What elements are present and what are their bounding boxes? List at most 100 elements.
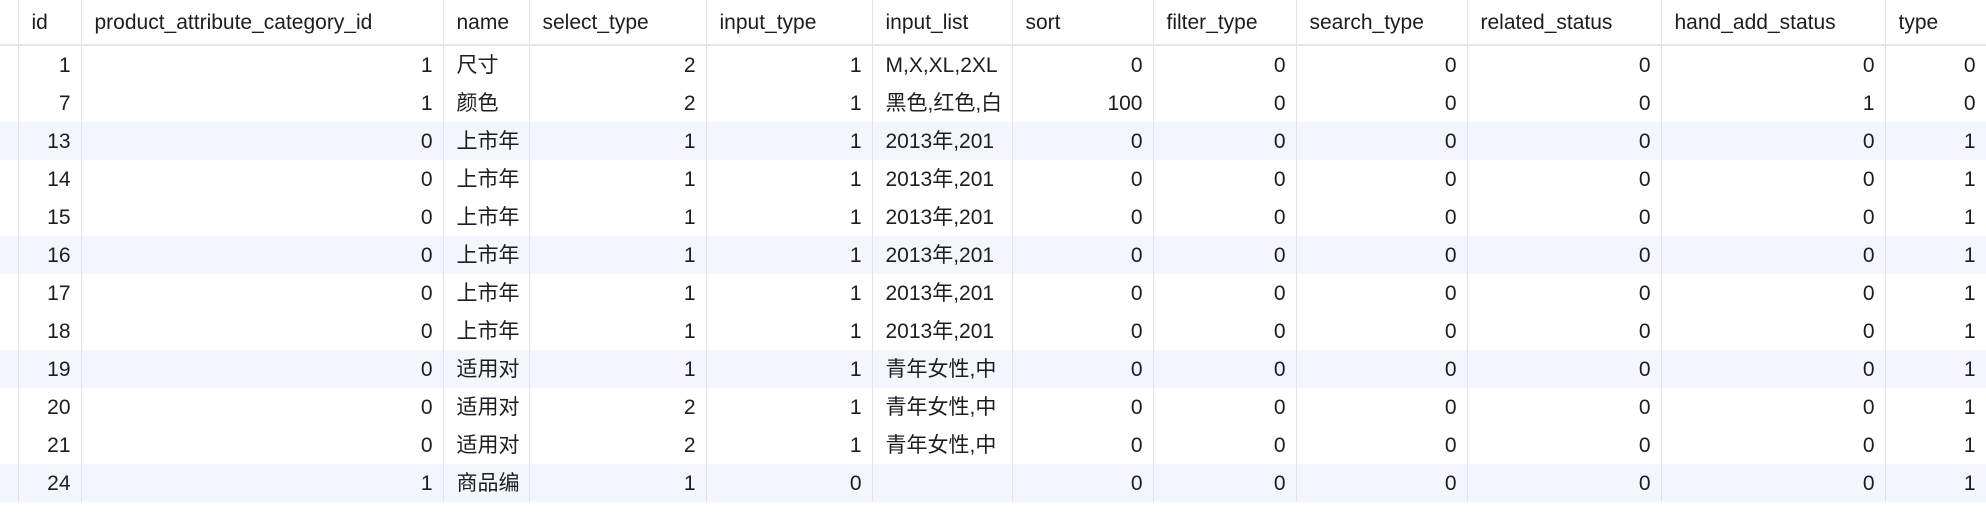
cell-related-status[interactable]: 0 [1467,122,1662,160]
cell-type[interactable]: 1 [1885,312,1986,350]
cell-select-type[interactable]: 2 [529,84,707,122]
cell-input-list[interactable] [872,464,1013,502]
cell-input-type[interactable]: 1 [706,84,873,122]
table-row[interactable]: 21 0 适用对 2 1 青年女性,中 0 0 0 0 0 1 [0,426,1986,464]
row-gutter[interactable] [0,236,19,274]
cell-name[interactable]: 上市年 [443,198,530,236]
cell-select-type[interactable]: 1 [529,160,707,198]
cell-name[interactable]: 上市年 [443,312,530,350]
cell-input-list[interactable]: 青年女性,中 [872,388,1013,426]
column-header-input-type[interactable]: input_type [706,0,873,46]
column-header-product-attribute-category-id[interactable]: product_attribute_category_id [81,0,444,46]
cell-input-list[interactable]: 黑色,红色,白 [872,84,1013,122]
cell-sort[interactable]: 0 [1012,198,1154,236]
cell-filter-type[interactable]: 0 [1153,160,1297,198]
column-header-related-status[interactable]: related_status [1467,0,1662,46]
cell-id[interactable]: 7 [18,84,82,122]
cell-select-type[interactable]: 2 [529,426,707,464]
cell-filter-type[interactable]: 0 [1153,122,1297,160]
cell-sort[interactable]: 0 [1012,160,1154,198]
row-gutter[interactable] [0,464,19,502]
cell-sort[interactable]: 0 [1012,274,1154,312]
cell-product-attribute-category-id[interactable]: 1 [81,464,444,502]
cell-hand-add-status[interactable]: 1 [1661,84,1886,122]
cell-id[interactable]: 18 [18,312,82,350]
cell-type[interactable]: 0 [1885,45,1986,84]
cell-type[interactable]: 1 [1885,236,1986,274]
table-row[interactable]: 24 1 商品编 1 0 0 0 0 0 0 1 [0,464,1986,502]
cell-sort[interactable]: 0 [1012,312,1154,350]
cell-input-type[interactable]: 1 [706,160,873,198]
column-header-input-list[interactable]: input_list [872,0,1013,46]
cell-select-type[interactable]: 2 [529,45,707,84]
row-gutter[interactable] [0,84,19,122]
table-row[interactable]: 1 1 尺寸 2 1 M,X,XL,2XL 0 0 0 0 0 0 [0,45,1986,84]
cell-sort[interactable]: 0 [1012,45,1154,84]
cell-select-type[interactable]: 1 [529,312,707,350]
cell-related-status[interactable]: 0 [1467,350,1662,388]
cell-filter-type[interactable]: 0 [1153,236,1297,274]
cell-search-type[interactable]: 0 [1296,350,1468,388]
cell-select-type[interactable]: 1 [529,236,707,274]
cell-sort[interactable]: 0 [1012,388,1154,426]
cell-search-type[interactable]: 0 [1296,236,1468,274]
column-header-sort[interactable]: sort [1012,0,1154,46]
cell-hand-add-status[interactable]: 0 [1661,426,1886,464]
cell-related-status[interactable]: 0 [1467,198,1662,236]
cell-related-status[interactable]: 0 [1467,312,1662,350]
cell-related-status[interactable]: 0 [1467,236,1662,274]
cell-hand-add-status[interactable]: 0 [1661,464,1886,502]
cell-filter-type[interactable]: 0 [1153,426,1297,464]
cell-select-type[interactable]: 1 [529,274,707,312]
cell-name[interactable]: 上市年 [443,274,530,312]
cell-name[interactable]: 颜色 [443,84,530,122]
cell-id[interactable]: 14 [18,160,82,198]
cell-search-type[interactable]: 0 [1296,84,1468,122]
row-gutter[interactable] [0,350,19,388]
column-header-hand-add-status[interactable]: hand_add_status [1661,0,1886,46]
row-gutter[interactable] [0,312,19,350]
cell-sort[interactable]: 100 [1012,84,1154,122]
cell-hand-add-status[interactable]: 0 [1661,350,1886,388]
cell-type[interactable]: 1 [1885,350,1986,388]
cell-input-type[interactable]: 1 [706,350,873,388]
cell-related-status[interactable]: 0 [1467,464,1662,502]
cell-type[interactable]: 1 [1885,464,1986,502]
cell-filter-type[interactable]: 0 [1153,464,1297,502]
column-header-name[interactable]: name [443,0,530,46]
cell-hand-add-status[interactable]: 0 [1661,122,1886,160]
cell-type[interactable]: 1 [1885,160,1986,198]
row-gutter[interactable] [0,388,19,426]
row-gutter[interactable] [0,160,19,198]
cell-input-type[interactable]: 1 [706,388,873,426]
cell-product-attribute-category-id[interactable]: 0 [81,274,444,312]
cell-id[interactable]: 15 [18,198,82,236]
cell-name[interactable]: 适用对 [443,388,530,426]
cell-search-type[interactable]: 0 [1296,274,1468,312]
cell-product-attribute-category-id[interactable]: 0 [81,236,444,274]
cell-related-status[interactable]: 0 [1467,84,1662,122]
table-row[interactable]: 13 0 上市年 1 1 2013年,201 0 0 0 0 0 1 [0,122,1986,160]
cell-hand-add-status[interactable]: 0 [1661,236,1886,274]
cell-input-type[interactable]: 1 [706,198,873,236]
cell-name[interactable]: 适用对 [443,426,530,464]
cell-hand-add-status[interactable]: 0 [1661,198,1886,236]
cell-related-status[interactable]: 0 [1467,388,1662,426]
cell-product-attribute-category-id[interactable]: 0 [81,388,444,426]
cell-type[interactable]: 0 [1885,84,1986,122]
cell-input-type[interactable]: 0 [706,464,873,502]
cell-filter-type[interactable]: 0 [1153,350,1297,388]
column-header-filter-type[interactable]: filter_type [1153,0,1297,46]
column-header-type[interactable]: type [1885,0,1986,46]
cell-name[interactable]: 上市年 [443,122,530,160]
row-gutter[interactable] [0,45,19,84]
cell-sort[interactable]: 0 [1012,122,1154,160]
cell-name[interactable]: 尺寸 [443,45,530,84]
cell-type[interactable]: 1 [1885,426,1986,464]
cell-search-type[interactable]: 0 [1296,122,1468,160]
cell-product-attribute-category-id[interactable]: 0 [81,350,444,388]
cell-hand-add-status[interactable]: 0 [1661,45,1886,84]
cell-select-type[interactable]: 2 [529,388,707,426]
cell-id[interactable]: 21 [18,426,82,464]
cell-input-type[interactable]: 1 [706,312,873,350]
